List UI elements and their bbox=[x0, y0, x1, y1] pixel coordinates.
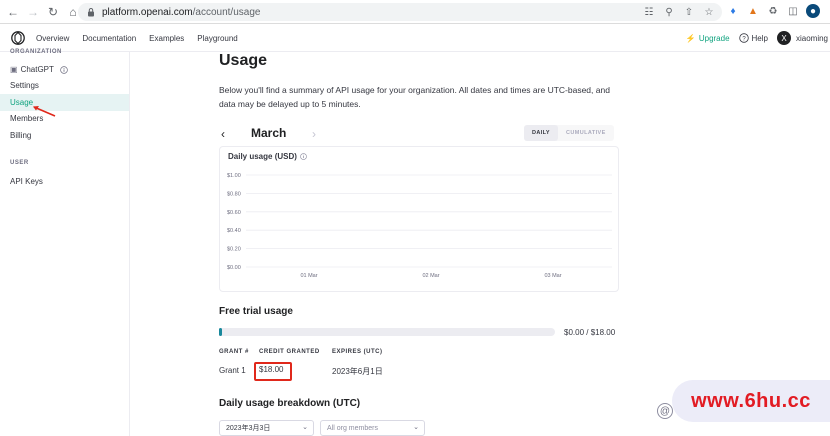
sidebar-item-chatgpt[interactable]: ▣ ChatGPT bbox=[0, 61, 129, 78]
help-button[interactable]: ? Help bbox=[738, 33, 768, 43]
toggle-cumulative[interactable]: CUMULATIVE bbox=[558, 125, 614, 141]
chart-title: Daily usage (USD) bbox=[228, 152, 307, 161]
annotation-highlight-box bbox=[254, 362, 292, 381]
date-select-value: 2023年3月3日 bbox=[226, 425, 271, 432]
help-circle-icon: ? bbox=[738, 33, 749, 43]
sidebar-item-label: Billing bbox=[10, 131, 32, 140]
upgrade-label: Upgrade bbox=[698, 33, 730, 43]
lightning-icon: ⚡ bbox=[685, 33, 696, 43]
sidebar-item-label: ChatGPT bbox=[20, 65, 54, 74]
annotation-arrow-icon bbox=[33, 106, 56, 117]
month-selector: ‹ March › DAILY CUMULATIVE bbox=[219, 124, 619, 144]
page-title: Usage bbox=[219, 52, 268, 69]
chatgpt-icon: ▣ bbox=[10, 65, 18, 74]
nav-overview[interactable]: Overview bbox=[36, 34, 69, 43]
share-icon[interactable]: ⇧ bbox=[682, 5, 696, 19]
grant-name: Grant 1 bbox=[219, 366, 246, 375]
upgrade-button[interactable]: ⚡ Upgrade bbox=[686, 34, 730, 43]
usage-bar-chart: $1.00 $0.80 $0.60 $0.40 $0.20 $0.00 01 Mar 02 M… bbox=[227, 173, 612, 279]
translate-icon[interactable]: ☷ bbox=[642, 5, 656, 19]
lock-icon bbox=[88, 8, 94, 17]
sidebar-item-label: API Keys bbox=[10, 177, 43, 186]
sidebar-item-api-keys[interactable]: API Keys bbox=[0, 173, 129, 190]
watermark: www.6hu.cc bbox=[672, 380, 830, 422]
y-tick-label: $0.40 bbox=[227, 228, 241, 234]
y-tick-label: $1.00 bbox=[227, 173, 241, 179]
chart-title-text: Daily usage (USD) bbox=[228, 152, 297, 161]
help-label: Help bbox=[751, 33, 768, 43]
bookmark-star-icon[interactable]: ☆ bbox=[702, 5, 716, 19]
sidebar-section-user: USER bbox=[10, 160, 29, 166]
prev-month-icon[interactable]: ‹ bbox=[221, 127, 225, 141]
url-host: platform.openai.com bbox=[102, 6, 193, 18]
usage-chart-card: Daily usage (USD) $1.00 $0.80 $0.60 $0.40 $0… bbox=[219, 146, 619, 292]
puzzle-extensions-icon[interactable]: ♻ bbox=[766, 4, 780, 18]
svg-text:?: ? bbox=[742, 36, 746, 42]
url-path: /account/usage bbox=[192, 6, 261, 18]
x-tick-label: 03 Mar bbox=[544, 273, 561, 279]
x-tick-label: 01 Mar bbox=[300, 273, 317, 279]
profile-avatar-icon[interactable]: ● bbox=[806, 4, 820, 18]
intro-text: Below you'll find a summary of API usage… bbox=[219, 85, 610, 109]
month-label: March bbox=[251, 126, 287, 140]
metamask-icon[interactable]: ▲ bbox=[746, 4, 760, 18]
grant-expires: 2023年6月1日 bbox=[332, 367, 383, 376]
sidebar-section-organization: ORGANIZATION bbox=[10, 49, 62, 55]
grant-header-credit: CREDIT GRANTED bbox=[259, 349, 320, 355]
y-tick-label: $0.20 bbox=[227, 247, 241, 253]
y-tick-label: $0.80 bbox=[227, 191, 241, 197]
member-select-value: All org members bbox=[327, 424, 378, 432]
sidebar-item-billing[interactable]: Billing bbox=[0, 127, 129, 144]
chevron-down-icon: ⌄ bbox=[413, 424, 419, 431]
nav-playground[interactable]: Playground bbox=[197, 34, 237, 43]
member-select[interactable]: All org members ⌄ bbox=[320, 420, 425, 436]
browser-toolbar: ← → ↻ ⌂ platform.openai.com/account/usag… bbox=[0, 0, 830, 24]
back-icon[interactable]: ← bbox=[4, 3, 22, 21]
avatar: X bbox=[776, 31, 791, 45]
top-navigation: Overview Documentation Examples Playgrou… bbox=[0, 24, 830, 52]
sidebar-item-label: Settings bbox=[10, 81, 39, 90]
forward-icon[interactable]: → bbox=[24, 3, 42, 21]
sidebar: ORGANIZATION ▣ ChatGPT Settings Usage Me… bbox=[0, 49, 130, 436]
info-icon[interactable] bbox=[60, 65, 68, 74]
chevron-down-icon: ⌄ bbox=[302, 424, 308, 431]
openai-logo-icon[interactable] bbox=[10, 30, 26, 46]
free-trial-progress-label: $0.00 / $18.00 bbox=[564, 328, 616, 337]
nav-examples[interactable]: Examples bbox=[149, 34, 184, 43]
grant-header-grant: GRANT # bbox=[219, 349, 249, 355]
sidebar-item-usage[interactable]: Usage bbox=[0, 94, 129, 111]
next-month-icon[interactable]: › bbox=[312, 127, 316, 141]
y-tick-label: $0.00 bbox=[227, 265, 241, 271]
view-toggle: DAILY CUMULATIVE bbox=[524, 125, 614, 141]
reload-icon[interactable]: ↻ bbox=[44, 3, 62, 21]
date-select[interactable]: 2023年3月3日 ⌄ bbox=[219, 420, 314, 436]
address-bar[interactable]: platform.openai.com/account/usage ☷ ⚲ ⇧ … bbox=[78, 3, 722, 21]
info-icon[interactable] bbox=[300, 153, 307, 160]
sidepanel-icon[interactable]: ◫ bbox=[786, 4, 800, 18]
grant-header-expires: EXPIRES (UTC) bbox=[332, 349, 383, 355]
extension-icon[interactable]: ♦ bbox=[726, 4, 740, 18]
username: xiaoming bbox=[795, 33, 828, 43]
help-chat-icon[interactable]: @ bbox=[657, 403, 673, 419]
free-trial-progress-fill bbox=[219, 328, 223, 336]
x-tick-label: 02 Mar bbox=[422, 273, 439, 279]
sidebar-item-members[interactable]: Members bbox=[0, 110, 129, 127]
menu-dots-icon[interactable]: ⋮ bbox=[826, 4, 830, 18]
free-trial-title: Free trial usage bbox=[219, 306, 293, 317]
breakdown-title: Daily usage breakdown (UTC) bbox=[219, 398, 361, 409]
toggle-daily[interactable]: DAILY bbox=[524, 125, 558, 141]
free-trial-progress-bar bbox=[219, 328, 555, 336]
nav-documentation[interactable]: Documentation bbox=[82, 34, 136, 43]
zoom-icon[interactable]: ⚲ bbox=[662, 5, 676, 19]
y-tick-label: $0.60 bbox=[227, 210, 241, 216]
sidebar-item-settings[interactable]: Settings bbox=[0, 77, 129, 94]
user-menu[interactable]: X xiaoming bbox=[776, 31, 828, 45]
